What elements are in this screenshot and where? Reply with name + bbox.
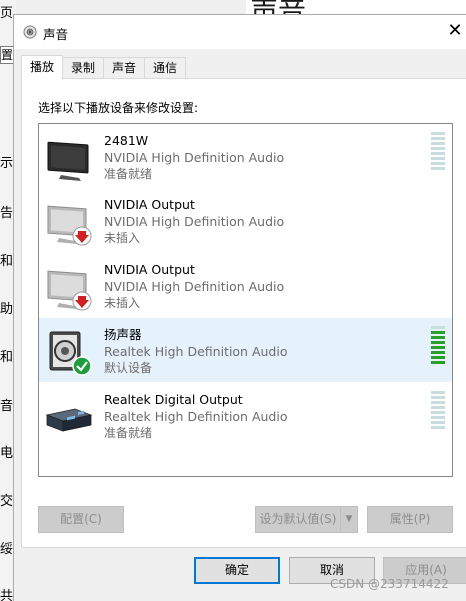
device-item[interactable]: NVIDIA Output NVIDIA High Definition Aud… bbox=[39, 188, 452, 252]
device-driver: NVIDIA High Definition Audio bbox=[104, 150, 285, 165]
device-item[interactable]: NVIDIA Output NVIDIA High Definition Aud… bbox=[39, 253, 452, 317]
dialog-title: 声音 bbox=[43, 27, 69, 42]
device-item[interactable]: 2481W NVIDIA High Definition Audio 准备就绪 bbox=[39, 124, 452, 188]
background-fragment: 和 bbox=[0, 254, 14, 269]
monitor-icon bbox=[47, 270, 92, 311]
tab-communications[interactable]: 通信 bbox=[144, 57, 187, 79]
background-fragment: 示 bbox=[0, 156, 14, 171]
device-status: 准备就绪 bbox=[104, 426, 153, 440]
speaker-title-icon bbox=[23, 25, 37, 39]
tab-bar: 播放 录制 声音 通信 bbox=[21, 55, 187, 80]
tab-recording[interactable]: 录制 bbox=[62, 57, 105, 79]
background-window-strip bbox=[16, 0, 246, 14]
device-name: Realtek Digital Output bbox=[104, 392, 243, 407]
device-item-selected[interactable]: 扬声器 Realtek High Definition Audio 默认设备 bbox=[39, 318, 452, 382]
playback-panel: 选择以下播放设备来修改设置: 2481W NVIDIA High Definit… bbox=[21, 78, 466, 548]
device-status: 未插入 bbox=[104, 296, 141, 310]
device-name: NVIDIA Output bbox=[104, 197, 195, 212]
device-name: NVIDIA Output bbox=[104, 262, 195, 277]
background-fragment: 置 bbox=[0, 46, 14, 64]
monitor-icon bbox=[47, 205, 92, 246]
device-name: 2481W bbox=[104, 133, 149, 148]
sound-dialog: 声音 ✕ 播放 录制 声音 通信 选择以下播放设备来修改设置: 2481W NV… bbox=[13, 14, 466, 601]
tab-sounds[interactable]: 声音 bbox=[103, 57, 146, 79]
device-driver: NVIDIA High Definition Audio bbox=[104, 214, 285, 229]
device-status: 准备就绪 bbox=[104, 167, 153, 181]
set-default-label: 设为默认值(S) bbox=[259, 512, 337, 526]
instruction-text: 选择以下播放设备来修改设置: bbox=[38, 101, 199, 115]
set-default-button[interactable]: 设为默认值(S) ▼ bbox=[255, 506, 358, 533]
background-fragment: 助 bbox=[0, 302, 14, 317]
close-button[interactable]: ✕ bbox=[438, 15, 466, 49]
background-fragment: 告 bbox=[0, 206, 14, 221]
device-list[interactable]: 2481W NVIDIA High Definition Audio 准备就绪 bbox=[38, 123, 453, 477]
device-name: 扬声器 bbox=[104, 327, 142, 342]
ok-button[interactable]: 确定 bbox=[194, 557, 280, 584]
device-status: 未插入 bbox=[104, 231, 141, 245]
configure-button[interactable]: 配置(C) bbox=[38, 506, 124, 533]
volume-meter bbox=[431, 391, 445, 429]
properties-button[interactable]: 属性(P) bbox=[367, 506, 453, 533]
watermark: CSDN @233714422 bbox=[330, 577, 449, 591]
title-bar[interactable]: 声音 ✕ bbox=[14, 15, 466, 49]
monitor-icon bbox=[47, 141, 89, 181]
background-fragment: 电 bbox=[0, 446, 14, 461]
device-status: 默认设备 bbox=[104, 361, 153, 375]
digital-output-icon bbox=[45, 408, 93, 432]
volume-meter bbox=[431, 132, 445, 170]
background-fragment: 页 bbox=[0, 6, 14, 21]
background-fragment: 共享 bbox=[0, 589, 14, 601]
background-fragment: 音 bbox=[0, 399, 14, 414]
device-item[interactable]: Realtek Digital Output Realtek High Defi… bbox=[39, 383, 452, 447]
background-fragment: 交 bbox=[0, 494, 14, 509]
speaker-icon bbox=[49, 331, 92, 376]
chevron-down-icon[interactable]: ▼ bbox=[340, 507, 357, 532]
tab-playback[interactable]: 播放 bbox=[21, 55, 64, 80]
device-driver: Realtek High Definition Audio bbox=[104, 409, 288, 424]
default-check-badge bbox=[72, 356, 92, 376]
device-driver: NVIDIA High Definition Audio bbox=[104, 279, 285, 294]
volume-meter bbox=[431, 326, 445, 364]
device-driver: Realtek High Definition Audio bbox=[104, 344, 288, 359]
background-fragment: 绥 bbox=[0, 542, 14, 557]
background-fragment: 和 bbox=[0, 350, 14, 365]
